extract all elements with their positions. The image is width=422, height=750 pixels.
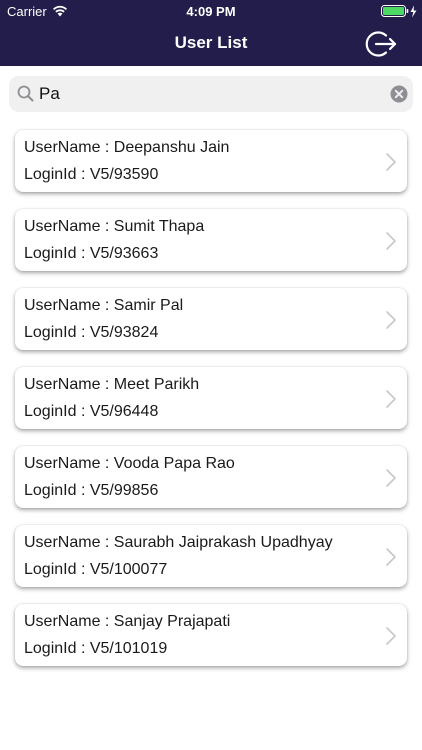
loginid-label: LoginId : V5/96448: [24, 403, 159, 420]
username-label: UserName : Deepanshu Jain: [24, 139, 230, 156]
user-card-1[interactable]: UserName : Deepanshu Jain LoginId : V5/9…: [15, 130, 407, 192]
search-bar: [9, 76, 413, 112]
chevron-right-icon: [385, 389, 397, 414]
username-label: UserName : Saurabh Jaiprakash Upadhyay: [24, 534, 333, 551]
logout-icon: [365, 31, 397, 57]
user-list: UserName : Deepanshu Jain LoginId : V5/9…: [15, 130, 407, 683]
user-card-3[interactable]: UserName : Samir Pal LoginId : V5/93824: [15, 288, 407, 350]
user-card-2[interactable]: UserName : Sumit Thapa LoginId : V5/9366…: [15, 209, 407, 271]
status-time: 4:09 PM: [186, 4, 236, 19]
loginid-label: LoginId : V5/93824: [24, 324, 159, 341]
user-card-5[interactable]: UserName : Vooda Papa Rao LoginId : V5/9…: [15, 446, 407, 508]
username-label: UserName : Sumit Thapa: [24, 218, 205, 235]
username-label: UserName : Samir Pal: [24, 297, 184, 314]
loginid-label: LoginId : V5/93590: [24, 166, 159, 183]
chevron-right-icon: [385, 626, 397, 651]
username-label: UserName : Vooda Papa Rao: [24, 455, 235, 472]
chevron-right-icon: [385, 152, 397, 177]
user-card-4[interactable]: UserName : Meet Parikh LoginId : V5/9644…: [15, 367, 407, 429]
chevron-right-icon: [385, 310, 397, 335]
page-title: User List: [174, 33, 248, 52]
user-card-6[interactable]: UserName : Saurabh Jaiprakash Upadhyay L…: [15, 525, 407, 587]
username-label: UserName : Sanjay Prajapati: [24, 613, 231, 630]
loginid-label: LoginId : V5/99856: [24, 482, 159, 499]
nav-bar: User List: [0, 22, 422, 66]
loginid-label: LoginId : V5/100077: [24, 561, 168, 578]
search-icon: [17, 85, 34, 107]
loginid-label: LoginId : V5/93663: [24, 245, 159, 262]
username-label: UserName : Meet Parikh: [24, 376, 200, 393]
loginid-label: LoginId : V5/101019: [24, 640, 168, 657]
chevron-right-icon: [385, 468, 397, 493]
status-bar: Carrier 4:09 PM: [0, 0, 422, 22]
chevron-right-icon: [385, 231, 397, 256]
clear-search-button[interactable]: [390, 85, 408, 103]
clear-icon: [390, 85, 408, 103]
chevron-right-icon: [385, 547, 397, 572]
logout-button[interactable]: [362, 27, 400, 61]
header: Carrier 4:09 PM User List: [0, 0, 422, 66]
user-card-7[interactable]: UserName : Sanjay Prajapati LoginId : V5…: [15, 604, 407, 666]
search-input[interactable]: [39, 81, 379, 107]
battery-charging-icon: [381, 5, 419, 21]
